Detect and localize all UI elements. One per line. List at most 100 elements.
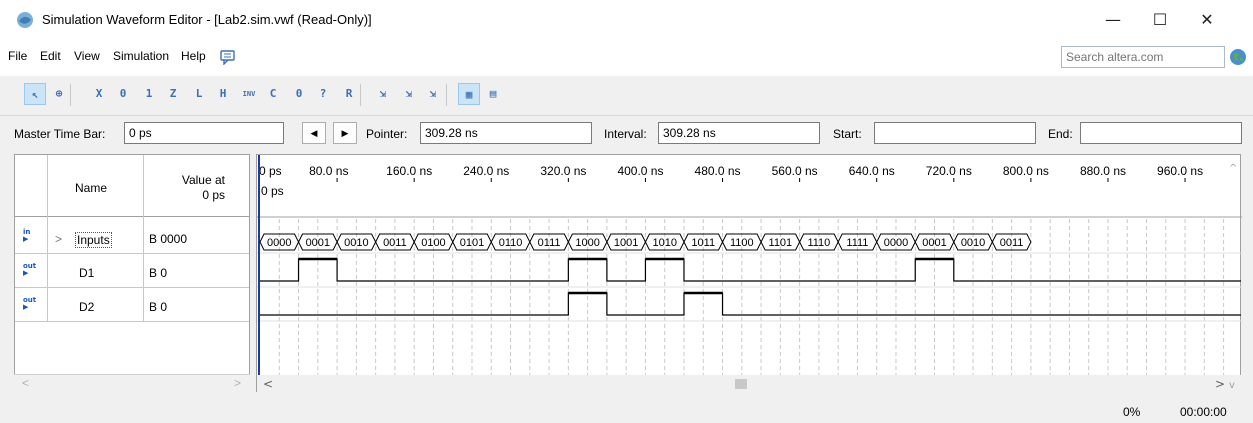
signal-value-inputs: B 0000 xyxy=(149,232,188,246)
start-label: Start: xyxy=(833,127,862,141)
column-divider xyxy=(47,155,48,321)
value-column-header-line1[interactable]: Value at xyxy=(175,173,225,187)
row-divider xyxy=(15,287,249,288)
toolbar-separator xyxy=(70,84,71,106)
inputs-bus-value: 1010 xyxy=(652,237,676,249)
high-impedance-icon[interactable]: Z xyxy=(162,83,184,105)
zoom-tool-icon[interactable]: ⊕ xyxy=(48,83,70,105)
interval-label: Interval: xyxy=(604,127,647,141)
inputs-bus-value: 0100 xyxy=(421,237,445,249)
random-values-icon[interactable]: ? xyxy=(312,83,334,105)
time-ruler-label: 560.0 ns xyxy=(772,164,818,178)
signal-name-d2[interactable]: D2 xyxy=(79,300,94,314)
select-tool-icon[interactable]: ↖ xyxy=(24,83,46,105)
inputs-bus-value: 0010 xyxy=(961,237,985,249)
inputs-bus-value: 1110 xyxy=(807,237,830,249)
minimize-button[interactable]: — xyxy=(1090,6,1136,34)
next-transition-button[interactable]: ▶ xyxy=(333,122,357,144)
scroll-right-icon: > xyxy=(1215,377,1225,391)
column-divider xyxy=(143,155,144,321)
inputs-bus-value: 0110 xyxy=(499,237,523,249)
inputs-bus-value: 0001 xyxy=(922,237,946,249)
count-value-icon[interactable]: C xyxy=(262,83,284,105)
time-ruler-label: 640.0 ns xyxy=(849,164,895,178)
forcing-low-icon[interactable]: 0 xyxy=(112,83,134,105)
grid-icon[interactable]: ▦ xyxy=(458,83,480,105)
forcing-high-icon[interactable]: 1 xyxy=(138,83,160,105)
menu-edit[interactable]: Edit xyxy=(40,49,61,63)
signal-value-d2: B 0 xyxy=(149,300,168,314)
end-field[interactable] xyxy=(1080,122,1242,144)
overwrite-clock-icon[interactable]: ▤ xyxy=(482,83,504,105)
search-input[interactable] xyxy=(1061,46,1225,68)
name-column-header[interactable]: Name xyxy=(75,181,107,195)
menu-help[interactable]: Help xyxy=(181,49,206,63)
start-field[interactable] xyxy=(874,122,1036,144)
time-ruler-label: 800.0 ns xyxy=(1003,164,1049,178)
inputs-bus-value: 0011 xyxy=(383,237,407,249)
window-title: Simulation Waveform Editor - [Lab2.sim.v… xyxy=(42,12,372,27)
signal-name-inputs[interactable]: Inputs xyxy=(75,232,112,248)
edit-icon[interactable]: ⇲ xyxy=(422,83,444,105)
inputs-bus-value: 0001 xyxy=(306,237,330,249)
end-label: End: xyxy=(1048,127,1073,141)
input-pin-icon: in ▶ xyxy=(23,228,31,243)
inputs-bus-value: 1011 xyxy=(691,237,715,249)
zoom-waveform-icon[interactable]: ⇲ xyxy=(398,83,420,105)
inputs-bus-value: 1000 xyxy=(575,237,599,249)
waveform-panel[interactable]: 0 ps 80.0 ns 160.0 ns 240.0 ns 320.0 ns 400.0… xyxy=(256,154,1242,393)
menu-file[interactable]: File xyxy=(8,49,27,63)
master-time-bar-field[interactable]: 0 ps xyxy=(124,122,284,144)
scroll-left-icon[interactable]: < xyxy=(22,376,29,390)
signal-list-scrollbar[interactable]: < > xyxy=(14,374,250,392)
time-ruler-label: 160.0 ns xyxy=(386,164,432,178)
output-pin-icon: out ▶ xyxy=(23,296,37,311)
scroll-left-icon: < xyxy=(263,377,273,391)
pointer-field: 309.28 ns xyxy=(420,122,592,144)
menu-view[interactable]: View xyxy=(74,49,100,63)
waveform-canvas[interactable]: 0 ps 80.0 ns 160.0 ns 240.0 ns 320.0 ns 400.0… xyxy=(257,155,1242,393)
master-time-bar-label: Master Time Bar: xyxy=(14,127,106,141)
time-ruler-label: 480.0 ns xyxy=(695,164,741,178)
title-bar: Simulation Waveform Editor - [Lab2.sim.v… xyxy=(0,0,1253,40)
cursor-time-label: 0 ps xyxy=(261,184,284,198)
signal-value-d1: B 0 xyxy=(149,266,168,280)
forcing-unknown-icon[interactable]: X xyxy=(88,83,110,105)
menu-simulation[interactable]: Simulation xyxy=(113,49,169,63)
inputs-bus-value: 0000 xyxy=(267,237,291,249)
time-ruler-label: 0 ps xyxy=(259,164,282,178)
inputs-bus-value: 0011 xyxy=(1000,237,1024,249)
row-divider xyxy=(15,253,249,254)
time-ruler-label: 320.0 ns xyxy=(540,164,586,178)
toolbar: ↖ ⊕ X 0 1 Z L H INV C 0? R ⇲ ⇲ ⇲ ▦ ▤ xyxy=(0,76,1253,116)
status-elapsed-time: 00:00:00 xyxy=(1180,405,1227,419)
signal-list-panel: Name Value at 0 ps in ▶ > Inputs B 0000 o… xyxy=(14,154,250,392)
close-button[interactable]: ✕ xyxy=(1184,6,1230,34)
signal-name-d1[interactable]: D1 xyxy=(79,266,94,280)
snap-to-grid-icon[interactable]: ⇲ xyxy=(372,83,394,105)
forcing-value-icon[interactable]: 0 xyxy=(288,83,310,105)
time-ruler-label: 880.0 ns xyxy=(1080,164,1126,178)
inputs-bus-value: 0101 xyxy=(460,237,484,249)
arbitrary-value-icon[interactable]: R xyxy=(338,83,360,105)
weak-high-icon[interactable]: H xyxy=(212,83,234,105)
output-pin-icon: out ▶ xyxy=(23,262,37,277)
invert-icon[interactable]: INV xyxy=(238,83,260,105)
scroll-down-icon: v xyxy=(1229,380,1235,391)
inputs-bus-value: 0111 xyxy=(538,237,561,249)
value-column-header-line2: 0 ps xyxy=(202,188,225,202)
previous-transition-button[interactable]: ◀ xyxy=(302,122,326,144)
maximize-button[interactable]: ☐ xyxy=(1137,6,1183,34)
weak-low-icon[interactable]: L xyxy=(188,83,210,105)
time-ruler-label: 80.0 ns xyxy=(309,164,348,178)
scroll-right-icon[interactable]: > xyxy=(234,376,241,390)
globe-icon[interactable] xyxy=(1229,48,1247,66)
feedback-icon[interactable] xyxy=(220,49,236,65)
toolbar-separator xyxy=(446,84,447,106)
inputs-bus-value: 1001 xyxy=(614,237,638,249)
time-ruler-label: 960.0 ns xyxy=(1157,164,1203,178)
d2-waveform xyxy=(260,292,1241,316)
expand-chevron-icon[interactable]: > xyxy=(55,232,62,246)
d1-waveform xyxy=(260,258,1241,282)
row-divider xyxy=(15,321,249,322)
